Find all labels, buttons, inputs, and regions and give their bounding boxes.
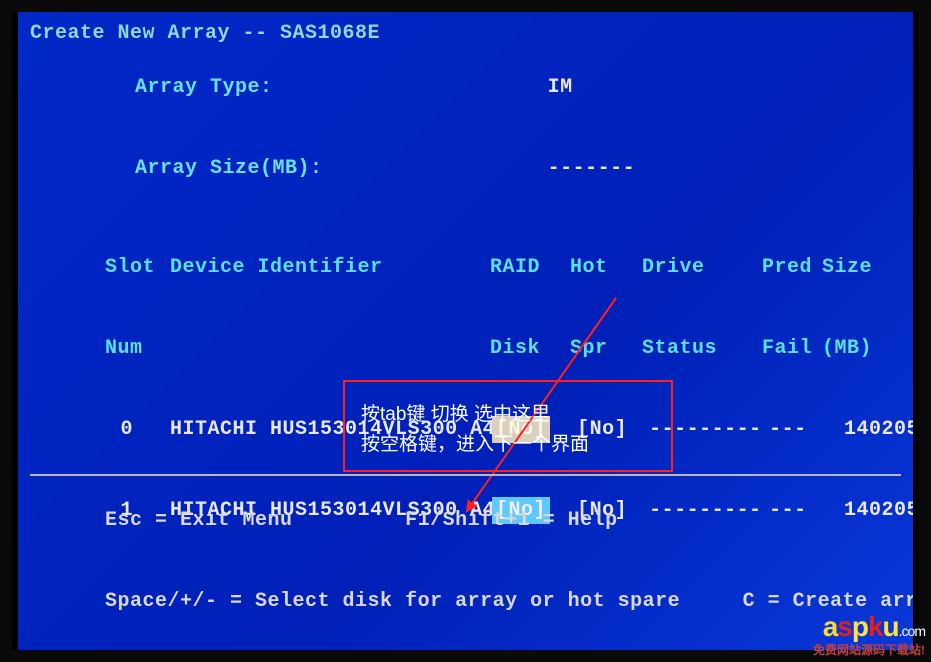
bios-screen: Create New Array -- SAS1068E Array Type:…: [18, 12, 913, 650]
hint-help: F1/Shift+1 = Help: [405, 509, 618, 532]
col-slot: Slot: [105, 254, 145, 281]
col-pred: Pred: [762, 254, 822, 281]
col-status: Drive: [642, 254, 762, 281]
col-device: Device Identifier: [170, 254, 490, 281]
hint-esc: Esc = Exit Menu: [105, 509, 293, 532]
array-size-label: Array Size(MB):: [135, 157, 323, 180]
annotation-text-1: 按tab键 切换 选中这里: [361, 400, 655, 430]
watermark-logo: aspku.com: [813, 611, 925, 643]
array-type-label: Array Type:: [135, 76, 273, 99]
footer-separator: [30, 474, 901, 476]
col-slot-2: Num: [105, 335, 145, 362]
footer-hints: Esc = Exit Menu F1/Shift+1 = Help Space/…: [30, 474, 901, 642]
col-raid: RAID: [490, 254, 570, 281]
size-mb: 140205: [829, 416, 913, 443]
col-pred-2: Fail: [762, 335, 822, 362]
annotation-text-2: 按空格键，进入下一个界面: [361, 430, 655, 460]
annotation-box: 按tab键 切换 选中这里 按空格键，进入下一个界面: [343, 380, 673, 472]
pred-fail: ---: [769, 416, 829, 443]
col-size: Size: [822, 254, 912, 281]
col-raid-2: Disk: [490, 335, 570, 362]
hint-space: Space/+/- = Select disk for array or hot…: [105, 590, 680, 613]
col-status-2: Status: [642, 335, 762, 362]
screen-title: Create New Array -- SAS1068E: [30, 20, 901, 47]
array-size-value: -------: [548, 157, 636, 180]
array-type-value: IM: [548, 76, 573, 99]
watermark-tagline: 免费网站源码下载站!: [813, 641, 925, 658]
col-size-2: (MB): [822, 335, 912, 362]
hint-create: C = Create array: [743, 590, 913, 613]
slot-num: 0: [105, 416, 145, 443]
watermark: aspku.com 免费网站源码下载站!: [813, 611, 925, 658]
array-info: Array Type: IM Array Size(MB): -------: [60, 47, 901, 209]
col-hot: Hot: [570, 254, 642, 281]
table-header: Slot Device IdentifierRAIDHotDrivePredSi…: [30, 227, 901, 389]
